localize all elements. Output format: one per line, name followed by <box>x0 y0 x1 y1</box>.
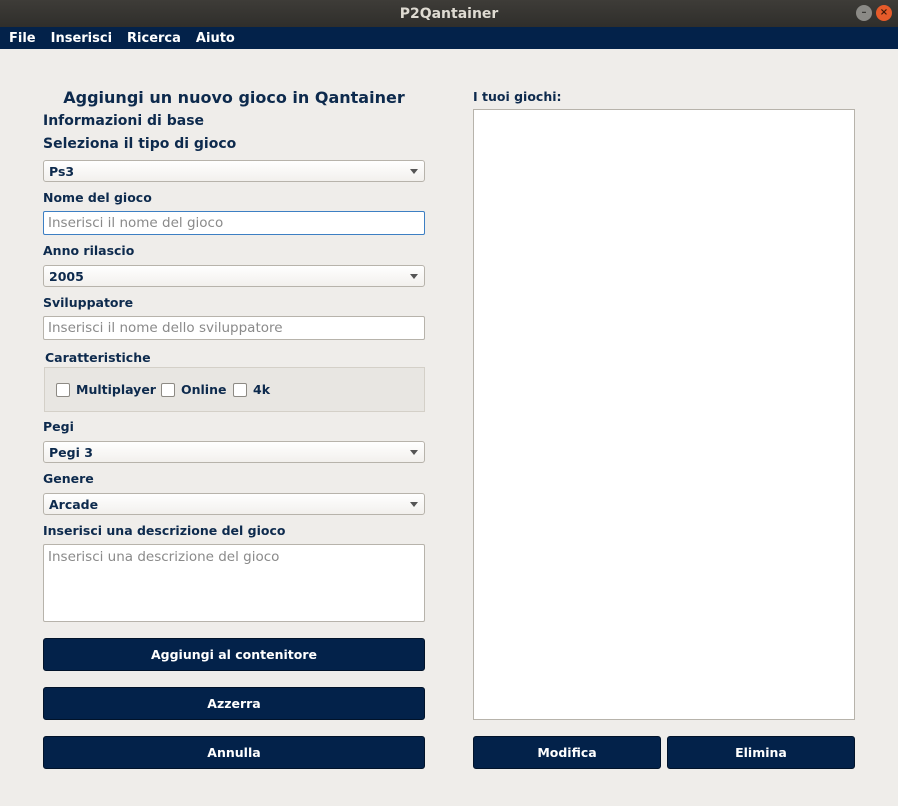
developer-label: Sviluppatore <box>43 295 134 310</box>
cancel-button[interactable]: Annulla <box>43 736 425 769</box>
game-name-label: Nome del gioco <box>43 190 152 205</box>
online-label: Online <box>181 382 227 397</box>
game-name-input[interactable] <box>43 211 425 235</box>
title-bar: P2Qantainer – × <box>0 0 898 27</box>
release-year-label: Anno rilascio <box>43 243 135 258</box>
pegi-label: Pegi <box>43 419 74 434</box>
checkbox-icon <box>233 382 247 397</box>
pegi-value: Pegi 3 <box>49 444 93 460</box>
minimize-icon[interactable]: – <box>856 5 872 21</box>
features-label: Caratteristiche <box>45 350 151 365</box>
checkbox-icon <box>161 382 175 397</box>
game-type-label: Seleziona il tipo di gioco <box>43 136 237 152</box>
menu-file[interactable]: File <box>9 31 36 46</box>
release-year-select[interactable]: 2005 <box>43 265 425 287</box>
4k-label: 4k <box>253 382 271 397</box>
chevron-down-icon <box>410 169 418 174</box>
add-to-container-button[interactable]: Aggiungi al contenitore <box>43 638 425 671</box>
genre-label: Genere <box>43 471 94 486</box>
description-label: Inserisci una descrizione del gioco <box>43 523 286 538</box>
menu-bar: File Inserisci Ricerca Aiuto <box>0 27 898 49</box>
4k-checkbox[interactable]: 4k <box>233 382 270 397</box>
section-basic-info: Informazioni di base <box>43 113 205 129</box>
delete-button[interactable]: Elimina <box>667 736 855 769</box>
genre-select[interactable]: Arcade <box>43 493 425 515</box>
chevron-down-icon <box>410 450 418 455</box>
games-list-label: I tuoi giochi: <box>473 89 562 104</box>
game-type-value: Ps3 <box>49 163 75 179</box>
chevron-down-icon <box>410 502 418 507</box>
developer-input[interactable] <box>43 316 425 340</box>
reset-button[interactable]: Azzerra <box>43 687 425 720</box>
edit-button[interactable]: Modifica <box>473 736 661 769</box>
chevron-down-icon <box>410 274 418 279</box>
game-type-select[interactable]: Ps3 <box>43 160 425 182</box>
features-group: Multiplayer Online 4k <box>44 367 425 412</box>
menu-aiuto[interactable]: Aiuto <box>196 31 235 46</box>
close-icon[interactable]: × <box>876 5 892 21</box>
multiplayer-checkbox[interactable]: Multiplayer <box>56 382 156 397</box>
menu-inserisci[interactable]: Inserisci <box>51 31 112 46</box>
form-heading: Aggiungi un nuovo gioco in Qantainer <box>63 88 405 107</box>
games-list[interactable] <box>473 109 855 720</box>
genre-value: Arcade <box>49 496 99 512</box>
window-title: P2Qantainer <box>399 5 499 22</box>
multiplayer-label: Multiplayer <box>76 382 156 397</box>
online-checkbox[interactable]: Online <box>161 382 226 397</box>
release-year-value: 2005 <box>49 268 84 284</box>
menu-ricerca[interactable]: Ricerca <box>127 31 181 46</box>
description-textarea[interactable] <box>43 544 425 622</box>
checkbox-icon <box>56 382 70 397</box>
pegi-select[interactable]: Pegi 3 <box>43 441 425 463</box>
